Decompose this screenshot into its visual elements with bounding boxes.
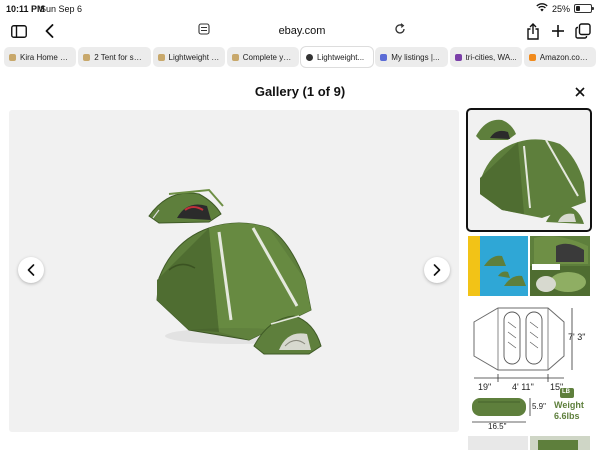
tab-label: Complete you...: [242, 52, 294, 62]
tab-1[interactable]: Kira Home W...: [4, 47, 77, 67]
tab-2[interactable]: 2 Tent for sal...: [78, 47, 151, 67]
tab-4[interactable]: Complete you...: [226, 47, 299, 67]
tab-3[interactable]: Lightweight 2...: [152, 47, 225, 67]
status-bar: 10:11 PM Sun Sep 6 25%: [0, 0, 600, 18]
thumbnail-1[interactable]: [466, 108, 592, 232]
tab-7[interactable]: tri-cities, WA...: [449, 47, 522, 67]
main-product-image[interactable]: [9, 110, 459, 432]
gallery-title: Gallery (1 of 9): [254, 84, 346, 99]
favicon-icon: [380, 53, 388, 61]
tab-label: 2 Tent for sal...: [94, 52, 146, 62]
back-icon[interactable]: [38, 20, 60, 42]
address-url: ebay.com: [278, 25, 326, 37]
favicon-icon: [231, 53, 239, 61]
share-icon[interactable]: [522, 20, 544, 42]
tab-label: Kira Home W...: [20, 52, 72, 62]
dim-width-b: 4' 11": [512, 382, 534, 392]
close-tab-icon[interactable]: [306, 53, 313, 61]
next-image-button[interactable]: [424, 257, 450, 283]
dim-pack-length: 16.5": [488, 422, 507, 430]
favicon-icon: [83, 53, 91, 61]
thumbnail-4-image: [468, 436, 590, 450]
thumbnail-2[interactable]: [468, 236, 590, 296]
sidebar-toggle-icon[interactable]: [8, 20, 30, 42]
thumbnail-2-image: [468, 236, 590, 296]
weight-value: 6.6lbs: [554, 411, 580, 421]
status-date: Sun Sep 6: [40, 4, 83, 14]
status-time: 10:11 PM: [6, 4, 45, 14]
tab-label: Lightweight 2...: [168, 52, 220, 62]
tab-label: Amazon.com...: [539, 52, 591, 62]
tab-5[interactable]: Lightweight...: [301, 47, 374, 67]
favicon-icon: [9, 53, 16, 61]
tab-6[interactable]: My listings |...: [375, 47, 448, 67]
new-tab-icon[interactable]: [547, 20, 569, 42]
browser-toolbar: ebay.com: [0, 18, 600, 44]
thumbnail-4[interactable]: [468, 436, 590, 450]
battery-icon: [574, 4, 594, 13]
tab-8[interactable]: Amazon.com...: [523, 47, 596, 67]
favicon-icon: [454, 53, 462, 61]
tent-product-image: [148, 188, 322, 355]
tab-label: My listings |...: [391, 52, 440, 62]
thumbnail-3[interactable]: 7' 3" 19" 4' 11" 15" 16.5" 5.9" LB Weigh…: [468, 302, 590, 430]
tab-strip: Kira Home W... 2 Tent for sal... Lightweig…: [4, 47, 596, 67]
dim-width-a: 19": [478, 382, 492, 392]
tab-label: Lightweight...: [317, 52, 365, 62]
weight-label: Weight: [554, 400, 584, 410]
thumbnail-1-image: [476, 119, 586, 224]
gallery-header: Gallery (1 of 9): [0, 78, 600, 104]
address-bar[interactable]: ebay.com: [196, 20, 408, 42]
small-tent-top-image: [148, 188, 224, 224]
previous-image-button[interactable]: [18, 257, 44, 283]
status-right: 25%: [536, 3, 594, 14]
weight-lb-badge: LB: [562, 389, 570, 395]
reader-icon[interactable]: [198, 23, 210, 38]
wifi-icon: [536, 3, 548, 14]
dim-pack-diameter: 5.9": [532, 402, 546, 411]
tab-overview-icon[interactable]: [572, 20, 594, 42]
reload-icon[interactable]: [394, 23, 406, 38]
thumbnail-strip: 7' 3" 19" 4' 11" 15" 16.5" 5.9" LB Weigh…: [466, 108, 592, 450]
battery-percent: 25%: [551, 3, 570, 14]
favicon-icon: [157, 53, 165, 61]
close-icon[interactable]: [572, 84, 588, 100]
tab-label: tri-cities, WA...: [465, 52, 517, 62]
favicon-icon: [528, 53, 536, 61]
dim-height: 7' 3": [568, 332, 586, 342]
